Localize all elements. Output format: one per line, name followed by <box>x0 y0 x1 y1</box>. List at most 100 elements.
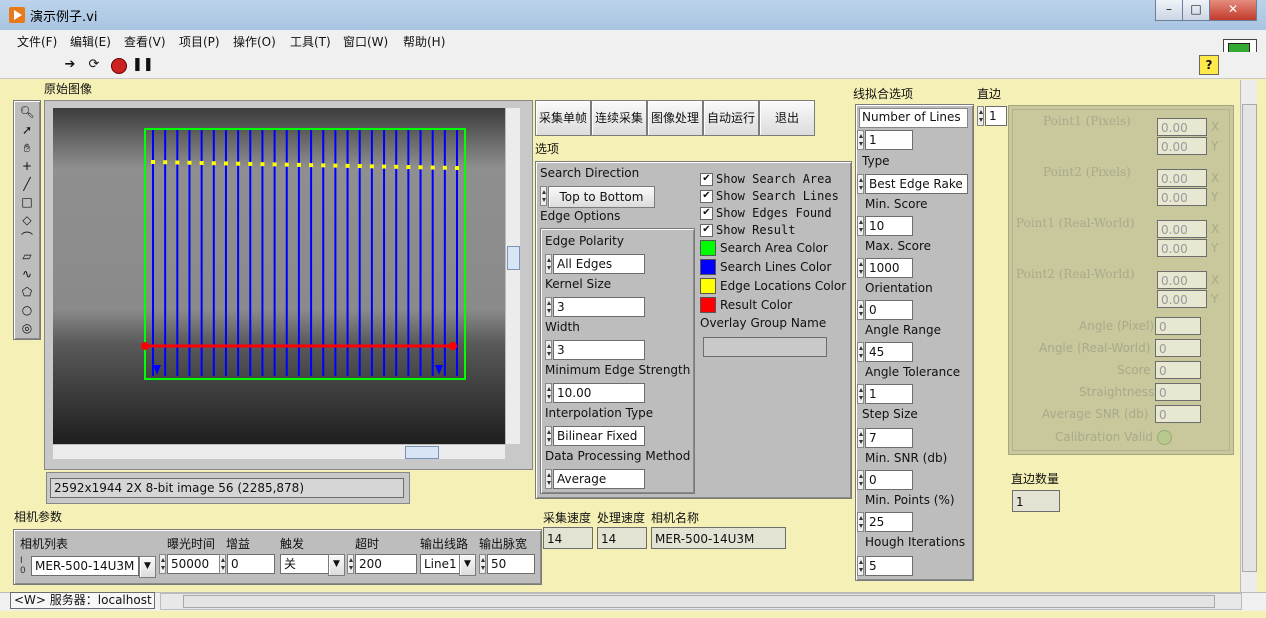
hough-field[interactable]: 5 <box>865 556 913 576</box>
pause-icon[interactable]: ❚❚ <box>132 57 154 73</box>
edge-polarity-field[interactable]: All Edges <box>553 254 645 274</box>
timeout-field[interactable]: 200 <box>355 554 417 574</box>
min-snr-spinner[interactable] <box>857 470 864 490</box>
camera-select-field[interactable]: MER-500-14U3M <box>31 556 139 576</box>
orientation-spinner[interactable] <box>857 300 864 320</box>
menu-edit[interactable]: 编辑(E) <box>70 33 111 50</box>
search-area-color-swatch[interactable] <box>700 240 716 256</box>
hscroll-thumb[interactable] <box>405 446 439 459</box>
width-spinner[interactable] <box>545 340 552 360</box>
menu-help[interactable]: 帮助(H) <box>403 33 445 50</box>
angle-tolerance-spinner[interactable] <box>857 384 864 404</box>
run-continuous-icon[interactable]: ⟳ <box>86 57 102 73</box>
width-field[interactable]: 3 <box>553 340 645 360</box>
menu-project[interactable]: 项目(P) <box>179 33 220 50</box>
type-field[interactable]: Best Edge Rake <box>865 174 968 194</box>
line-tool-icon[interactable]: ╱ <box>17 175 37 193</box>
menu-file[interactable]: 文件(F) <box>17 33 57 50</box>
rotated-rect-tool-icon[interactable]: ◇ <box>17 211 37 229</box>
output-pulse-field[interactable]: 50 <box>487 554 535 574</box>
max-score-field[interactable]: 1000 <box>865 258 913 278</box>
orientation-field[interactable]: 0 <box>865 300 913 320</box>
num-lines-spinner[interactable] <box>857 130 864 150</box>
min-edge-strength-field[interactable]: 10.00 <box>553 383 645 403</box>
data-processing-spinner[interactable] <box>545 469 552 489</box>
spiral-tool-icon[interactable]: ◎ <box>17 319 37 337</box>
rectangle-tool-icon[interactable]: □ <box>17 193 37 211</box>
interpolation-field[interactable]: Bilinear Fixed <box>553 426 645 446</box>
camera-image[interactable] <box>53 108 505 444</box>
menu-window[interactable]: 窗口(W) <box>343 33 388 50</box>
output-pulse-spinner[interactable] <box>479 554 486 574</box>
output-line-dropdown-icon[interactable]: ▼ <box>459 554 476 576</box>
camera-select-dropdown-icon[interactable]: ▼ <box>139 556 156 578</box>
image-vscrollbar[interactable] <box>505 108 520 444</box>
menu-tools[interactable]: 工具(T) <box>290 33 331 50</box>
result-color-swatch[interactable] <box>700 297 716 313</box>
window-hscrollbar[interactable] <box>160 593 1242 610</box>
annulus-tool-icon[interactable]: ⌒ <box>17 229 37 247</box>
show-result-checkbox[interactable]: ✔ <box>700 224 713 237</box>
show-search-lines-checkbox[interactable]: ✔ <box>700 190 713 203</box>
pan-tool-icon[interactable]: ✋︎ <box>17 139 37 157</box>
min-edge-strength-spinner[interactable] <box>545 383 552 403</box>
window-vscroll-thumb[interactable] <box>1242 104 1257 572</box>
min-points-field[interactable]: 25 <box>865 512 913 532</box>
edge-polarity-spinner[interactable] <box>545 254 552 274</box>
pointer-tool-icon[interactable]: ➚ <box>17 121 37 139</box>
exposure-spinner[interactable] <box>159 554 166 574</box>
overlay-group-field[interactable] <box>703 337 827 357</box>
image-hscrollbar[interactable] <box>53 444 505 459</box>
window-vscrollbar[interactable] <box>1240 80 1257 592</box>
gain-spinner[interactable] <box>219 554 226 574</box>
search-direction-spinner[interactable] <box>540 186 547 206</box>
min-score-spinner[interactable] <box>857 216 864 236</box>
output-line-field[interactable]: Line1 <box>420 554 460 574</box>
point-tool-icon[interactable]: + <box>17 157 37 175</box>
max-score-spinner[interactable] <box>857 258 864 278</box>
menu-operate[interactable]: 操作(O) <box>233 33 276 50</box>
min-score-field[interactable]: 10 <box>865 216 913 236</box>
step-size-field[interactable]: 7 <box>865 428 913 448</box>
abort-icon[interactable] <box>111 58 127 74</box>
freehand-region-tool-icon[interactable]: ⬠ <box>17 283 37 301</box>
angle-range-spinner[interactable] <box>857 342 864 362</box>
exposure-field[interactable]: 50000 <box>167 554 223 574</box>
interpolation-spinner[interactable] <box>545 426 552 446</box>
trigger-field[interactable]: 关 <box>280 554 330 574</box>
search-direction-select[interactable]: Top to Bottom <box>548 186 655 208</box>
vscroll-thumb[interactable] <box>507 246 520 270</box>
polygon-tool-icon[interactable]: ▱ <box>17 247 37 265</box>
hough-spinner[interactable] <box>857 556 864 576</box>
run-arrow-icon[interactable]: ➔ <box>62 57 78 73</box>
straight-edge-index-spinner[interactable] <box>977 106 984 126</box>
min-snr-field[interactable]: 0 <box>865 470 913 490</box>
type-spinner[interactable] <box>857 174 864 194</box>
gain-field[interactable]: 0 <box>227 554 275 574</box>
exit-button[interactable]: 退出 <box>759 100 815 136</box>
edge-locations-color-swatch[interactable] <box>700 278 716 294</box>
kernel-size-spinner[interactable] <box>545 297 552 317</box>
search-lines-color-swatch[interactable] <box>700 259 716 275</box>
process-image-button[interactable]: 图像处理 <box>647 100 703 136</box>
close-button[interactable]: ✕ <box>1209 0 1257 21</box>
maximize-button[interactable]: □ <box>1182 0 1210 21</box>
zoom-tool-icon[interactable]: 🔍︎ <box>17 103 37 121</box>
kernel-size-field[interactable]: 3 <box>553 297 645 317</box>
trigger-dropdown-icon[interactable]: ▼ <box>328 554 345 576</box>
min-points-spinner[interactable] <box>857 512 864 532</box>
data-processing-field[interactable]: Average <box>553 469 645 489</box>
oval-tool-icon[interactable]: ○ <box>17 301 37 319</box>
show-edges-found-checkbox[interactable]: ✔ <box>700 207 713 220</box>
step-size-spinner[interactable] <box>857 428 864 448</box>
angle-tolerance-field[interactable]: 1 <box>865 384 913 404</box>
window-hscroll-thumb[interactable] <box>183 595 1215 608</box>
help-icon[interactable]: ? <box>1199 55 1219 75</box>
minimize-button[interactable]: – <box>1155 0 1183 21</box>
auto-run-button[interactable]: 自动运行 <box>703 100 759 136</box>
show-search-area-checkbox[interactable]: ✔ <box>700 173 713 186</box>
acquire-continuous-button[interactable]: 连续采集 <box>591 100 647 136</box>
num-lines-field[interactable]: 1 <box>865 130 913 150</box>
timeout-spinner[interactable] <box>347 554 354 574</box>
angle-range-field[interactable]: 45 <box>865 342 913 362</box>
